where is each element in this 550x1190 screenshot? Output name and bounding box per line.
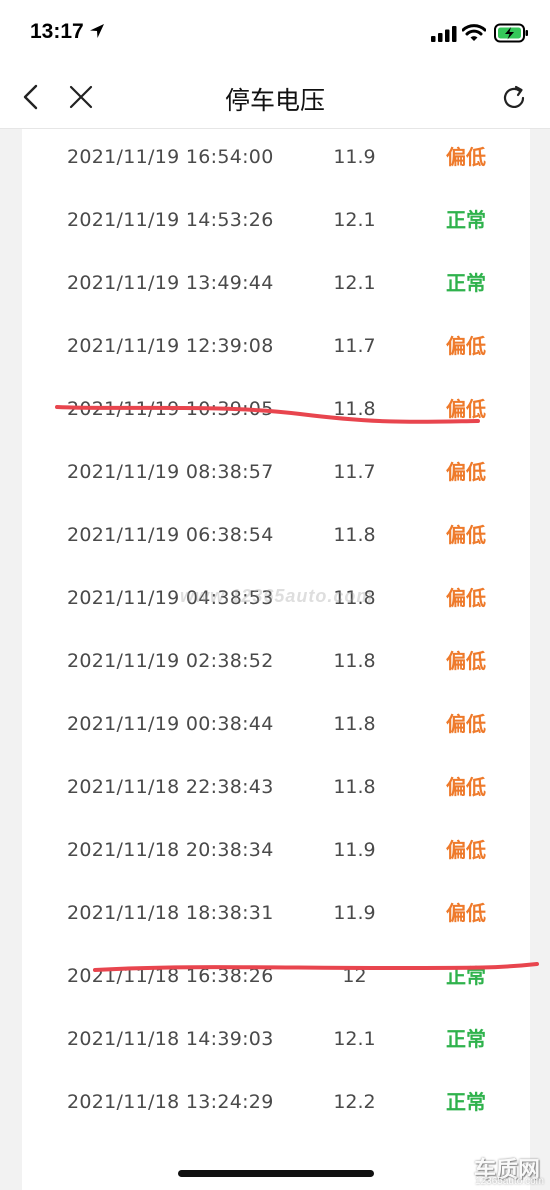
record-status-badge: 偏低 <box>446 145 486 169</box>
record-voltage: 12.1 <box>333 209 376 231</box>
record-time: 2021/11/19 06:38:54 <box>67 524 274 546</box>
navigation-bar: 停车电压 <box>0 64 550 129</box>
voltage-records-list[interactable]: 2021/11/19 18:14:3112.1正常2021/11/19 16:5… <box>22 129 530 1134</box>
record-time: 2021/11/18 20:38:34 <box>67 839 274 861</box>
record-status-badge: 正常 <box>446 271 486 295</box>
record-time: 2021/11/19 00:38:44 <box>67 713 274 735</box>
record-voltage: 11.7 <box>333 461 376 483</box>
record-status-badge: 偏低 <box>446 460 486 484</box>
record-time: 2021/11/18 14:39:03 <box>67 1028 274 1050</box>
record-status-badge: 正常 <box>446 1027 486 1051</box>
record-voltage: 11.9 <box>333 902 376 924</box>
record-status-badge: 偏低 <box>446 523 486 547</box>
record-status-badge: 正常 <box>446 964 486 988</box>
record-status-badge: 偏低 <box>446 334 486 358</box>
record-row: 2021/11/19 06:38:54 11.8 偏低 <box>22 504 530 567</box>
record-voltage: 11.8 <box>333 650 376 672</box>
voltage-records-panel[interactable]: 2021/11/19 18:14:3112.1正常2021/11/19 16:5… <box>22 129 530 1190</box>
record-voltage: 12.1 <box>333 1028 376 1050</box>
record-status-badge: 正常 <box>446 208 486 232</box>
record-row: 2021/11/18 18:38:31 11.9 偏低 <box>22 882 530 945</box>
record-row: 2021/11/19 16:54:00 11.9 偏低 <box>22 129 530 189</box>
record-row: 2021/11/19 13:49:44 12.1 正常 <box>22 252 530 315</box>
location-arrow-icon <box>90 24 104 38</box>
record-time: 2021/11/19 12:39:08 <box>67 335 274 357</box>
battery-charging-icon <box>494 23 528 43</box>
record-row: 2021/11/19 14:53:26 12.1 正常 <box>22 189 530 252</box>
record-status-badge: 偏低 <box>446 775 486 799</box>
refresh-icon[interactable] <box>500 84 528 112</box>
status-bar: 13:17 <box>0 0 550 64</box>
wifi-icon <box>462 24 486 41</box>
record-time: 2021/11/18 13:24:29 <box>67 1091 274 1113</box>
record-voltage: 11.9 <box>333 146 376 168</box>
record-status-badge: 偏低 <box>446 649 486 673</box>
record-time: 2021/11/19 14:53:26 <box>67 209 274 231</box>
record-voltage: 12 <box>342 965 367 987</box>
record-voltage: 11.8 <box>333 713 376 735</box>
record-row: 2021/11/18 16:38:26 12 正常 <box>22 945 530 1008</box>
record-time: 2021/11/19 16:54:00 <box>67 146 274 168</box>
status-time: 13:17 <box>30 20 84 43</box>
record-voltage: 11.8 <box>333 776 376 798</box>
record-time: 2021/11/19 08:38:57 <box>67 461 274 483</box>
record-row: 2021/11/18 13:24:29 12.2 正常 <box>22 1071 530 1134</box>
record-row: 2021/11/19 02:38:52 11.8 偏低 <box>22 630 530 693</box>
record-status-badge: 偏低 <box>446 397 486 421</box>
record-row: 2021/11/18 14:39:03 12.1 正常 <box>22 1008 530 1071</box>
record-time: 2021/11/18 22:38:43 <box>67 776 274 798</box>
record-row: 2021/11/18 22:38:43 11.8 偏低 <box>22 756 530 819</box>
record-time: 2021/11/19 10:39:05 <box>67 398 274 420</box>
page-title: 停车电压 <box>224 86 325 115</box>
site-logo-url: 12365auto.com <box>475 1176 544 1187</box>
record-row: 2021/11/19 10:39:05 11.8 偏低 <box>22 378 530 441</box>
record-status-badge: 偏低 <box>446 712 486 736</box>
record-status-badge: 偏低 <box>446 838 486 862</box>
record-status-badge: 正常 <box>446 1090 486 1114</box>
record-voltage: 11.9 <box>333 839 376 861</box>
record-time: 2021/11/19 13:49:44 <box>67 272 274 294</box>
record-status-badge: 偏低 <box>446 901 486 925</box>
record-row: 2021/11/19 08:38:57 11.7 偏低 <box>22 441 530 504</box>
record-time: 2021/11/18 18:38:31 <box>67 902 274 924</box>
home-indicator[interactable] <box>178 1170 374 1177</box>
record-status-badge: 偏低 <box>446 586 486 610</box>
record-row: 2021/11/19 12:39:08 11.7 偏低 <box>22 315 530 378</box>
watermark-text: www.12365auto.com <box>180 586 374 606</box>
record-voltage: 11.8 <box>333 398 376 420</box>
cellular-signal-icon <box>431 26 457 42</box>
record-time: 2021/11/19 02:38:52 <box>67 650 274 672</box>
record-row: 2021/11/18 20:38:34 11.9 偏低 <box>22 819 530 882</box>
record-voltage: 12.2 <box>333 1091 376 1113</box>
record-row: 2021/11/19 00:38:44 11.8 偏低 <box>22 693 530 756</box>
record-time: 2021/11/18 16:38:26 <box>67 965 274 987</box>
record-voltage: 12.1 <box>333 272 376 294</box>
site-logo: 车质网 12365auto.com <box>452 1152 548 1188</box>
record-voltage: 11.8 <box>333 524 376 546</box>
record-voltage: 11.7 <box>333 335 376 357</box>
